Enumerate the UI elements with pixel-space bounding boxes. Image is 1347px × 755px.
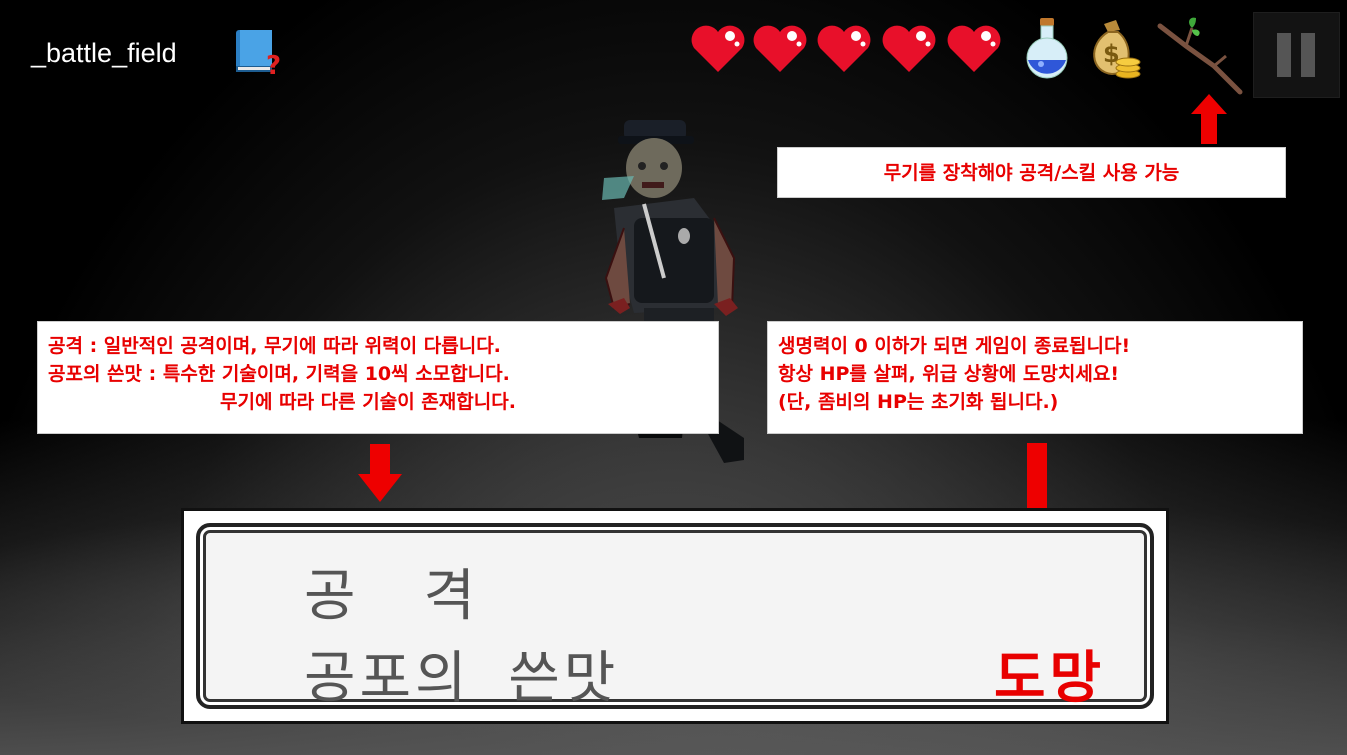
- hp-tip: 생명력이 0 이하가 되면 게임이 종료됩니다! 항상 HP를 살펴, 위급 상…: [767, 321, 1303, 434]
- arrow-down-icon: [358, 444, 402, 502]
- hp-tip-line: 항상 HP를 살펴, 위급 상황에 도망치세요!: [778, 363, 1119, 385]
- skills-tip-line: 공포의 쓴맛 : 특수한 기술이며, 기력을 10씩 소모합니다.: [48, 363, 510, 385]
- heart-icon: [691, 25, 745, 72]
- stick-weapon-icon[interactable]: [1156, 12, 1246, 96]
- attack-option[interactable]: 공격: [304, 551, 543, 632]
- flee-option[interactable]: 도망: [994, 633, 1105, 714]
- pause-button[interactable]: [1253, 12, 1340, 98]
- help-book-icon[interactable]: ?: [232, 26, 290, 78]
- battle-menu: 공격 공포의 쓴맛 도망: [181, 508, 1169, 724]
- svg-text:?: ?: [266, 51, 281, 78]
- arrow-up-icon: [1191, 94, 1227, 144]
- hp-tip-line: (단, 좀비의 HP는 초기화 됩니다.): [778, 391, 1059, 413]
- heart-icon: [882, 25, 936, 72]
- fear-skill-option[interactable]: 공포의 쓴맛: [304, 633, 619, 714]
- weapon-tip: 무기를 장착해야 공격/스킬 사용 가능: [777, 147, 1286, 198]
- heart-icon: [947, 25, 1001, 72]
- money-bag-icon[interactable]: $: [1086, 16, 1142, 82]
- pause-icon: [1277, 33, 1291, 77]
- skills-tip: 공격 : 일반적인 공격이며, 무기에 따라 위력이 다릅니다. 공포의 쓴맛 …: [37, 321, 719, 434]
- skills-tip-line: 공격 : 일반적인 공격이며, 무기에 따라 위력이 다릅니다.: [48, 335, 501, 357]
- skills-tip-line: 무기에 따라 다른 기술이 존재합니다.: [220, 391, 516, 413]
- heart-icon: [817, 25, 871, 72]
- battle-menu-frame: 공격 공포의 쓴맛 도망: [196, 523, 1154, 711]
- heart-icon: [753, 25, 807, 72]
- potion-icon[interactable]: [1021, 16, 1073, 80]
- hp-tip-line: 생명력이 0 이하가 되면 게임이 종료됩니다!: [778, 335, 1131, 357]
- scene-title: _battle_field: [31, 38, 177, 68]
- pause-icon: [1301, 33, 1315, 77]
